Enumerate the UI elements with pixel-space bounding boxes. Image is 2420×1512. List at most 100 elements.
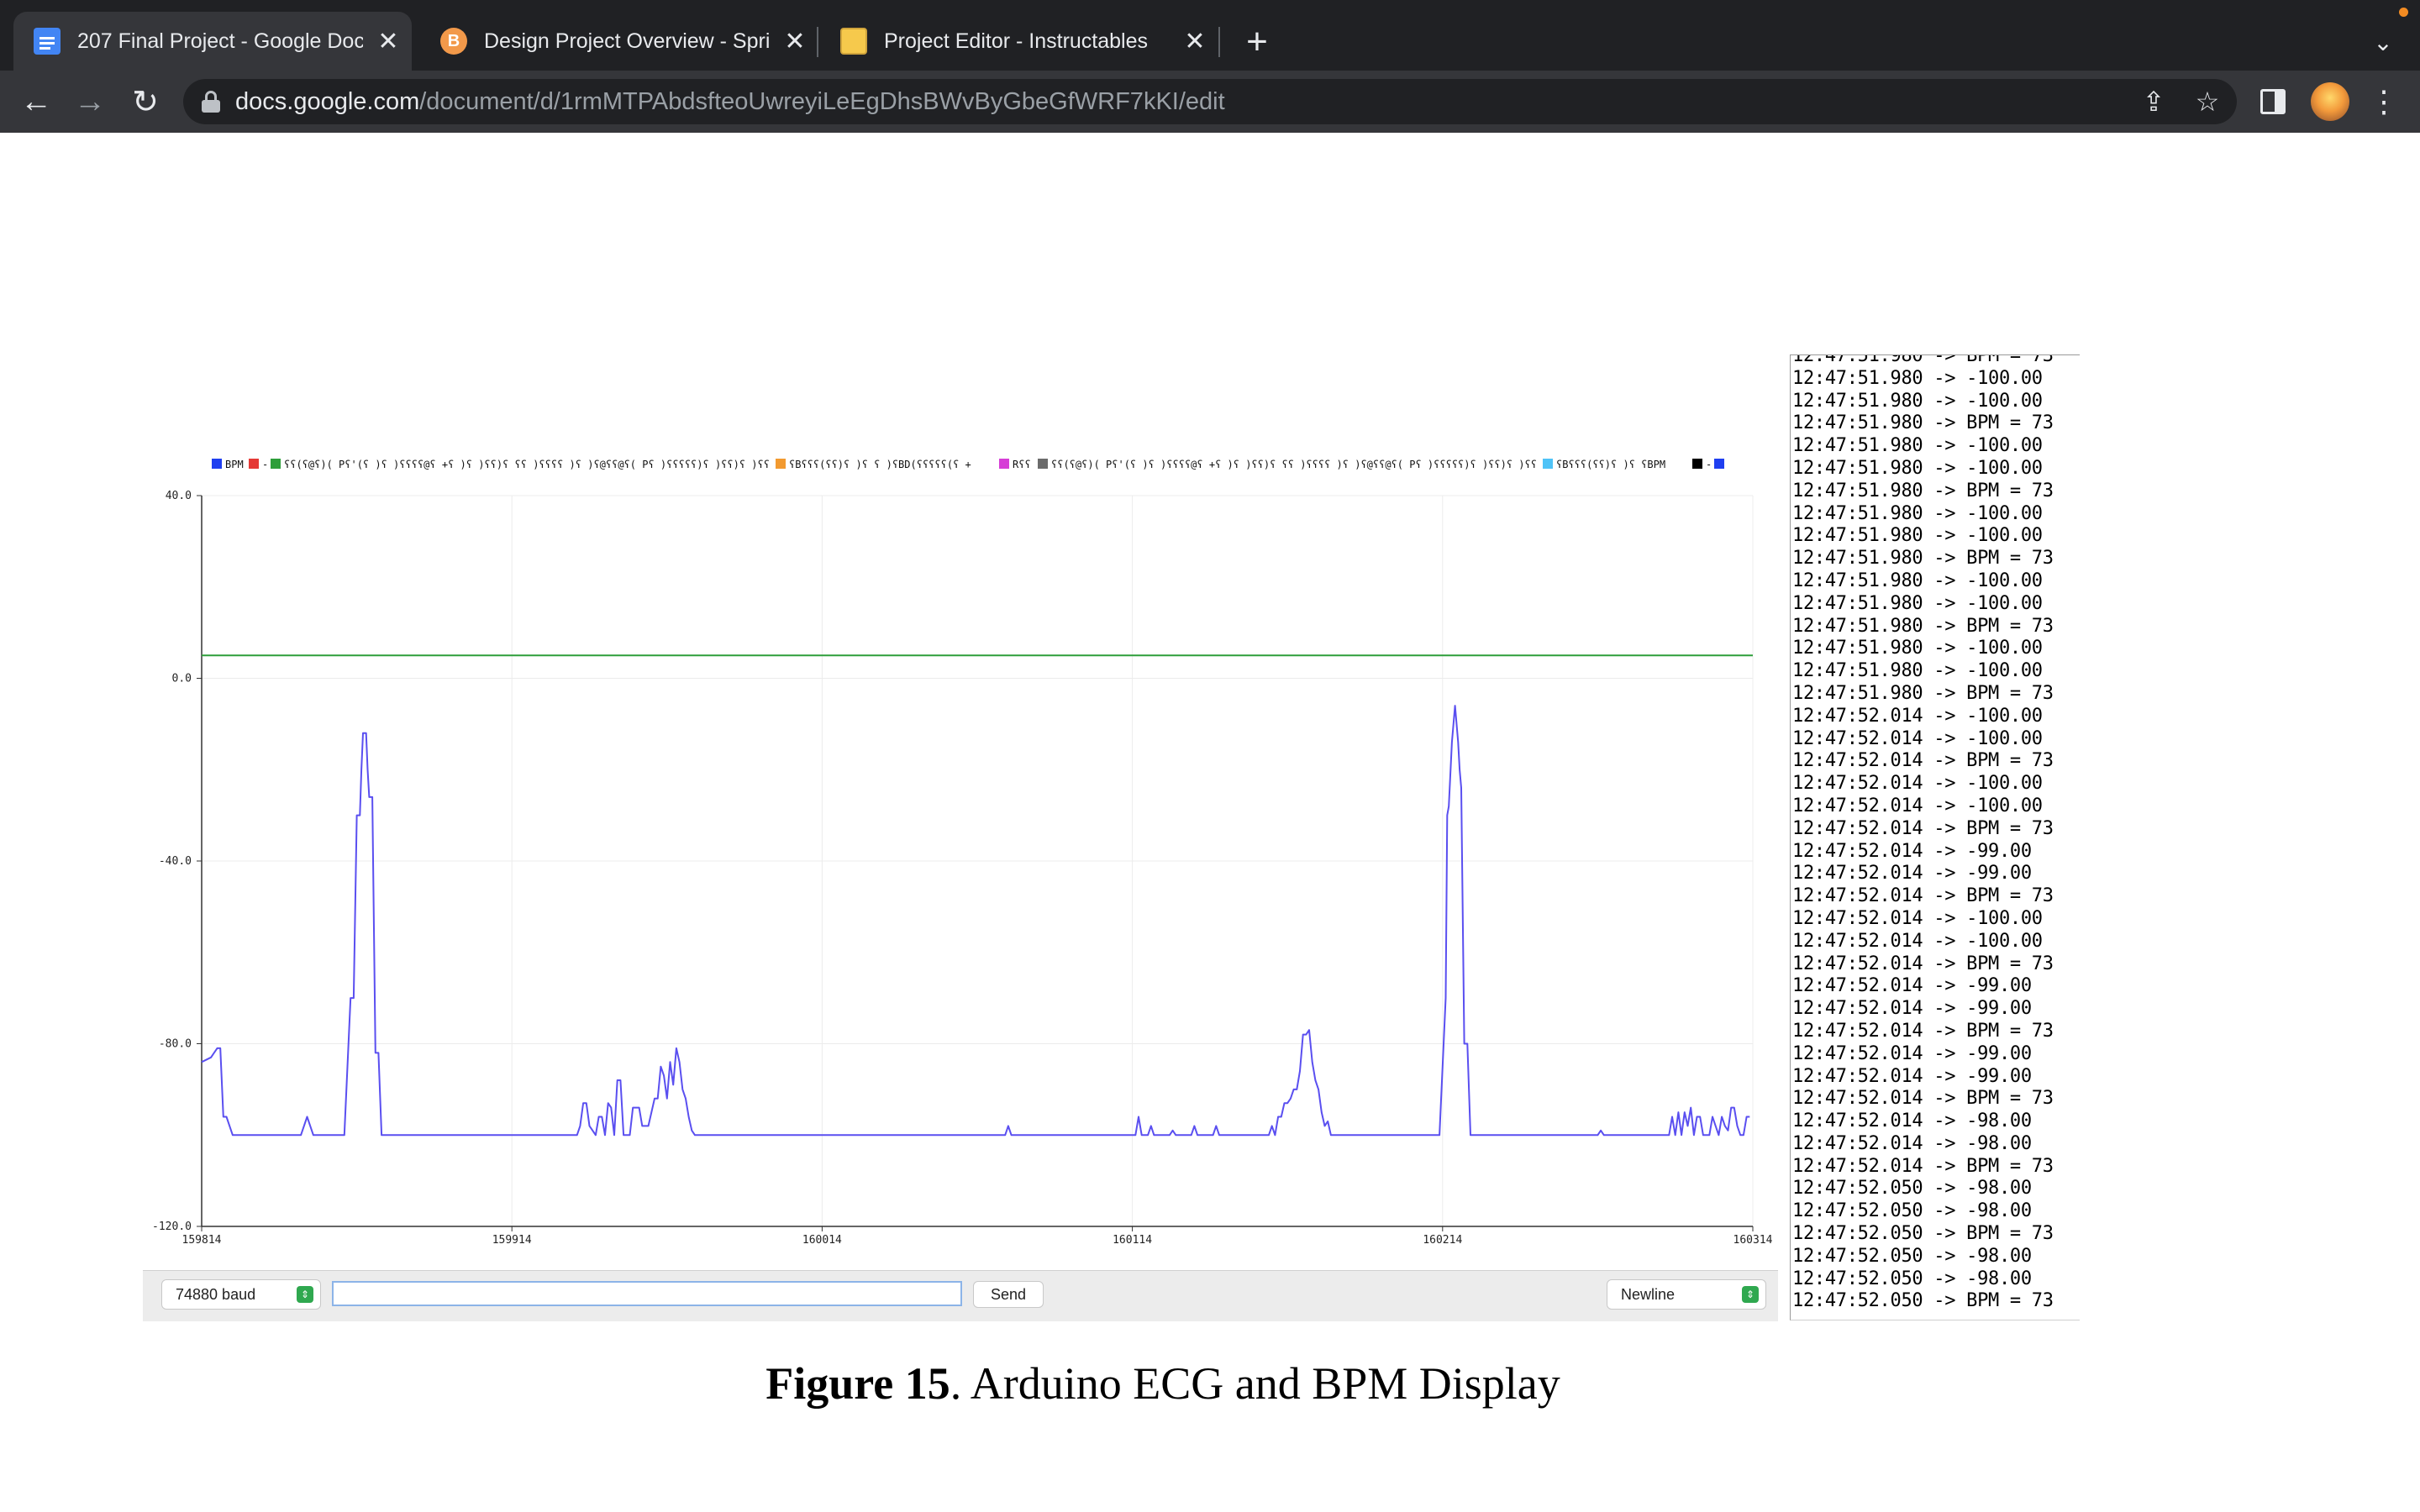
back-arrow-icon[interactable]: ← (13, 79, 59, 124)
tab-instructables[interactable]: Project Editor - Instructables ✕ (820, 12, 1218, 71)
x-tick-label: 159914 (492, 1234, 532, 1247)
notification-dot (2399, 8, 2408, 17)
legend-swatch (776, 459, 786, 469)
serial-plotter-image: BPM - ʕʕ(ʕ@ʕ)( Pʕ'(ʕ )ʕ )ʕʕʕʕ@ʕ +ʕ )ʕ )ʕʕ)… (143, 430, 1778, 1321)
serial-log-line: 12:47:51.980 -> BPM = 73 (1792, 548, 2054, 570)
more-menu-icon[interactable]: ⋮ (2365, 79, 2402, 124)
url-path: /document/d/1rmMTPAbdsfteoUwreyiLeEgDhsB… (419, 87, 1225, 115)
serial-log-line: 12:47:52.014 -> -99.00 (1792, 975, 2032, 997)
serial-input[interactable] (332, 1281, 962, 1306)
serial-log-line: 12:47:52.014 -> -99.00 (1792, 1065, 2032, 1087)
legend-label: ʕʕ(ʕ@ʕ)( Pʕ'(ʕ )ʕ )ʕʕʕʕ@ʕ +ʕ )ʕ )ʕʕ)ʕ ʕʕ… (284, 459, 770, 470)
profile-avatar[interactable] (2311, 82, 2349, 121)
serial-log-line: 12:47:52.014 -> -99.00 (1792, 840, 2032, 862)
close-icon[interactable]: ✕ (371, 24, 405, 58)
legend-swatch (1692, 459, 1702, 469)
legend-swatch (1543, 459, 1553, 469)
legend-label: ʕBʕʕʕ(ʕʕ)ʕ )ʕ ʕ )ʕBD(ʕʕʕʕʕ(ʕ + (789, 459, 971, 470)
legend-label: ʕʕ(ʕ@ʕ)( Pʕ'(ʕ )ʕ )ʕʕʕʕ@ʕ +ʕ )ʕ )ʕʕ)ʕ ʕʕ… (1051, 459, 1537, 470)
legend-label: Rʕʕ (1013, 459, 1031, 470)
serial-log-line: 12:47:52.050 -> -98.00 (1792, 1268, 2032, 1289)
serial-log-line: 12:47:51.980 -> -100.00 (1792, 570, 2043, 591)
serial-monitor-log: 12:47:51.980 -> BPM = 73 12:47:51.980 -> … (1792, 355, 2054, 1313)
legend-swatch (212, 459, 222, 469)
serial-log-line: 12:47:51.980 -> -100.00 (1792, 660, 2043, 682)
baud-select[interactable]: 74880 baud ⇕ (161, 1279, 321, 1310)
serial-log-line: 12:47:52.050 -> -98.00 (1792, 1178, 2032, 1200)
legend-label: - (1706, 459, 1712, 470)
serial-log-line: 12:47:52.050 -> -98.00 (1792, 1200, 2032, 1222)
tab-strip: 207 Final Project - Google Docs ✕ B Desi… (0, 0, 2420, 71)
ecg-chart: BPM - ʕʕ(ʕ@ʕ)( Pʕ'(ʕ )ʕ )ʕʕʕʕ@ʕ +ʕ )ʕ )ʕʕ)… (152, 459, 1773, 1247)
tab-google-docs[interactable]: 207 Final Project - Google Docs ✕ (13, 12, 412, 71)
instructables-icon (840, 28, 867, 55)
x-tick-label: 160214 (1423, 1234, 1462, 1247)
legend-swatch (1714, 459, 1724, 469)
legend-label: ʕBʕʕʕ(ʕʕ)ʕ )ʕ ʕBPM (1556, 459, 1665, 470)
plotter-bottom-bar: 74880 baud ⇕ Send Newline ⇕ (143, 1270, 1778, 1321)
legend-swatch (999, 459, 1009, 469)
serial-log-line: 12:47:52.014 -> BPM = 73 (1792, 1088, 2054, 1110)
tab-design-project[interactable]: B Design Project Overview - Spring ✕ (420, 12, 818, 71)
legend-swatch (249, 459, 259, 469)
bookmark-star-icon[interactable]: ☆ (2185, 79, 2230, 124)
address-bar[interactable]: docs.google.com /document/d/1rmMTPAbdsft… (183, 79, 2237, 124)
baud-value: 74880 baud (176, 1285, 256, 1303)
tab-title: 207 Final Project - Google Docs (77, 29, 363, 53)
serial-log-line: 12:47:51.980 -> -100.00 (1792, 390, 2043, 412)
send-button[interactable]: Send (973, 1281, 1044, 1308)
x-tick-label: 160314 (1733, 1234, 1773, 1247)
serial-log-line: 12:47:52.014 -> BPM = 73 (1792, 817, 2054, 839)
serial-log-line: 12:47:52.014 -> -100.00 (1792, 773, 2043, 795)
serial-log-line: 12:47:51.980 -> -100.00 (1792, 525, 2043, 547)
line-ending-select[interactable]: Newline ⇕ (1607, 1279, 1766, 1310)
figure-caption: Figure 15. Arduino ECG and BPM Display (0, 1357, 2326, 1410)
browser-toolbar: ← → ↻ docs.google.com /document/d/1rmMTP… (0, 71, 2420, 133)
tab-title: Design Project Overview - Spring (484, 29, 770, 53)
reload-icon[interactable]: ↻ (123, 79, 168, 124)
tab-search-chevron-icon[interactable]: ⌄ (2363, 24, 2403, 60)
legend-swatch (1038, 459, 1048, 469)
serial-log-line: 12:47:52.050 -> -98.00 (1792, 1245, 2032, 1267)
serial-log-line: 12:47:52.050 -> BPM = 73 (1792, 1290, 2054, 1312)
y-tick-label: -80.0 (159, 1038, 192, 1051)
y-tick-label: 0.0 (172, 673, 192, 685)
legend-swatch (271, 459, 281, 469)
serial-log-line: 12:47:52.014 -> -99.00 (1792, 863, 2032, 885)
tab-title: Project Editor - Instructables (884, 29, 1149, 53)
serial-log-line: 12:47:52.014 -> -100.00 (1792, 930, 2043, 952)
serial-log-line: 12:47:52.014 -> BPM = 73 (1792, 1155, 2054, 1177)
y-tick-label: -120.0 (152, 1221, 192, 1233)
serial-log-line: 12:47:52.014 -> -99.00 (1792, 1042, 2032, 1064)
forward-arrow-icon[interactable]: → (67, 79, 113, 124)
serial-log-line: 12:47:51.980 -> BPM = 73 (1792, 412, 2054, 434)
serial-log-line: 12:47:51.980 -> -100.00 (1792, 367, 2043, 389)
tab-separator (1218, 27, 1220, 57)
serial-log-line: 12:47:51.980 -> BPM = 73 (1792, 480, 2054, 501)
serial-log-line: 12:47:51.980 -> -100.00 (1792, 435, 2043, 457)
design-project-favicon: B (440, 28, 467, 55)
serial-log-line: 12:47:52.014 -> -100.00 (1792, 727, 2043, 749)
serial-log-line: 12:47:52.014 -> BPM = 73 (1792, 953, 2054, 974)
serial-log-line: 12:47:51.980 -> -100.00 (1792, 592, 2043, 614)
serial-log-line: 12:47:52.014 -> -98.00 (1792, 1110, 2032, 1132)
serial-monitor-image: 12:47:51.980 -> BPM = 73 12:47:51.980 -> … (1790, 354, 2080, 1320)
y-tick-label: -40.0 (159, 855, 192, 868)
new-tab-button[interactable]: + (1235, 20, 1279, 64)
url-host: docs.google.com (235, 87, 420, 115)
close-icon[interactable]: ✕ (778, 24, 812, 58)
figure-caption-text: . Arduino ECG and BPM Display (950, 1358, 1560, 1409)
side-panel-icon[interactable] (2260, 89, 2286, 114)
serial-log-line: 12:47:52.014 -> BPM = 73 (1792, 885, 2054, 907)
serial-log-line: 12:47:52.014 -> BPM = 73 (1792, 750, 2054, 772)
select-arrow-icon: ⇕ (1742, 1286, 1759, 1303)
serial-log-line: 12:47:51.980 -> -100.00 (1792, 457, 2043, 479)
serial-log-line: 12:47:52.014 -> BPM = 73 (1792, 1020, 2054, 1042)
serial-log-line: 12:47:52.014 -> -100.00 (1792, 705, 2043, 727)
lock-icon[interactable] (202, 91, 220, 113)
close-icon[interactable]: ✕ (1178, 24, 1212, 58)
select-arrow-icon: ⇕ (297, 1286, 313, 1303)
share-icon[interactable]: ⇪ (2131, 79, 2176, 124)
serial-log-line: 12:47:51.980 -> -100.00 (1792, 638, 2043, 659)
figure-label: Figure 15 (765, 1358, 950, 1409)
